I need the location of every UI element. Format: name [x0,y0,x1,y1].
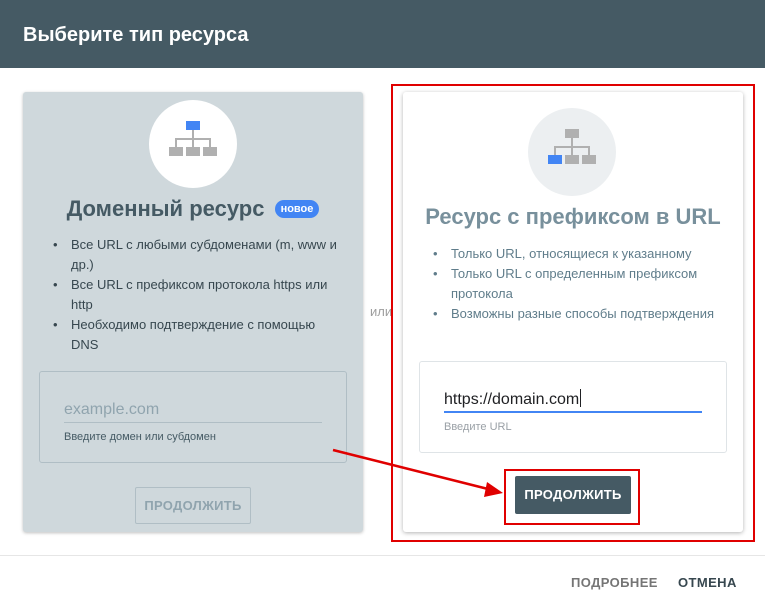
dialog: Выберите тип ресурса Доменный ресурс нов… [0,0,765,607]
annotation-arrow [332,448,503,497]
